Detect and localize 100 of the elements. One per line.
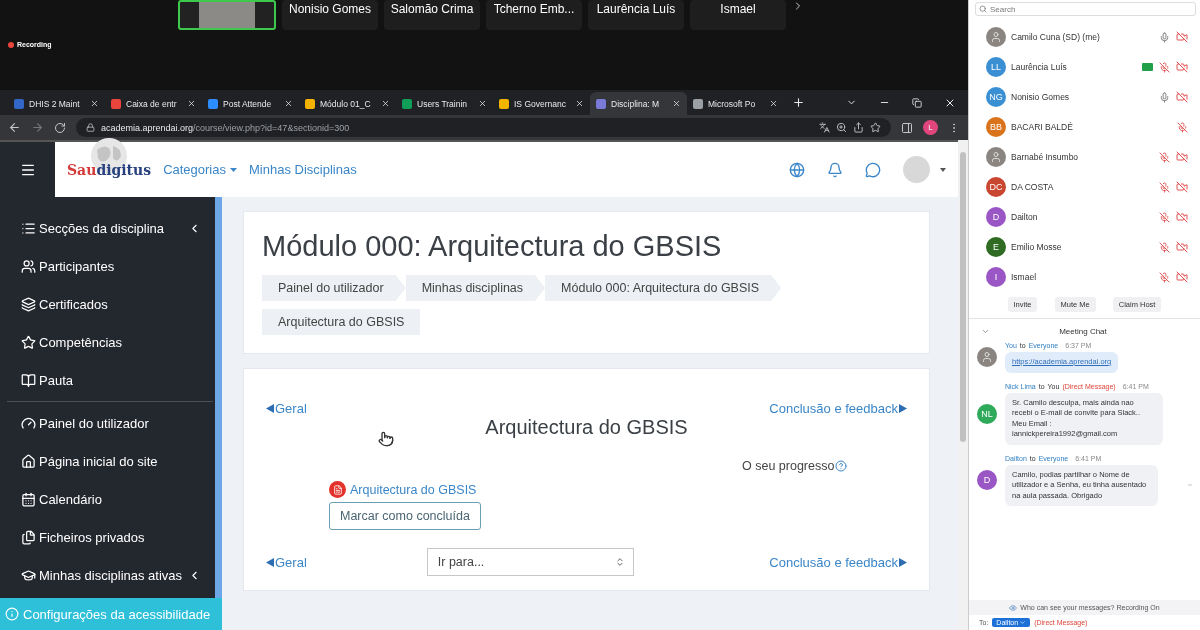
scrollbar[interactable] — [958, 140, 968, 630]
muted-microphone-icon[interactable] — [1159, 241, 1170, 253]
zoom-icon[interactable] — [836, 122, 847, 133]
nav-link[interactable]: Categorias — [163, 142, 226, 197]
participant-row[interactable]: D Dailton — [969, 202, 1200, 232]
breadcrumb-item[interactable]: Arquitectura do GBSIS — [262, 309, 421, 335]
mark-complete-button[interactable]: Marcar como concluída — [329, 502, 481, 530]
message-icon[interactable] — [865, 161, 881, 178]
sidebar-item[interactable]: Calendário — [0, 480, 215, 518]
sidebar-item[interactable]: Pauta — [0, 361, 215, 399]
close-icon[interactable] — [187, 99, 196, 108]
activity-link[interactable]: Arquitectura do GBSIS — [329, 481, 477, 498]
camera-off-icon[interactable] — [1176, 91, 1188, 103]
camera-off-icon[interactable] — [1176, 241, 1188, 253]
caret-icon[interactable] — [940, 167, 946, 172]
browser-tab[interactable]: IS Governanc — [493, 92, 590, 115]
collapse-icon[interactable] — [981, 327, 990, 336]
previous-section-link[interactable]: Geral — [266, 554, 307, 570]
participant-name: Nonisio Gomes — [1011, 92, 1071, 102]
close-icon[interactable] — [90, 99, 99, 108]
forward-icon[interactable] — [31, 121, 44, 134]
browser-tab[interactable]: Users Trainin — [396, 92, 493, 115]
sidebar-item[interactable]: Página inicial do site — [0, 442, 215, 480]
close-icon[interactable] — [284, 99, 293, 108]
browser-tab[interactable]: Post Attende — [202, 92, 299, 115]
video-tile[interactable] — [178, 0, 276, 30]
muted-microphone-icon[interactable] — [1159, 181, 1170, 193]
participant-tile[interactable]: Ismael — [690, 0, 786, 30]
muted-microphone-icon[interactable] — [1159, 61, 1170, 73]
participant-row[interactable]: LL Laurência Luís — [969, 52, 1200, 82]
microphone-icon[interactable] — [1159, 91, 1170, 103]
participant-tile[interactable]: Nonisio Gomes — [282, 0, 378, 30]
restore-icon[interactable] — [912, 97, 922, 108]
home-icon — [21, 453, 36, 469]
language-icon[interactable] — [789, 161, 805, 178]
jump-to-select[interactable]: Ir para... — [426, 548, 634, 576]
camera-off-icon[interactable] — [1176, 151, 1188, 163]
participant-name: Dailton — [1011, 212, 1039, 222]
nav-link[interactable]: Minhas Disciplinas — [249, 142, 357, 197]
browser-tab[interactable]: Disciplina: M — [590, 92, 687, 115]
sidebar-item[interactable]: Participantes — [0, 247, 215, 285]
help-icon[interactable] — [835, 460, 848, 472]
camera-off-icon[interactable] — [1176, 181, 1188, 193]
previous-icon — [266, 404, 274, 413]
browser-tab[interactable]: Módulo 01_C — [299, 92, 396, 115]
back-icon[interactable] — [8, 121, 21, 134]
participant-row[interactable]: DC DA COSTA — [969, 172, 1200, 202]
muted-microphone-icon[interactable] — [1177, 121, 1188, 133]
muted-microphone-icon[interactable] — [1159, 271, 1170, 283]
close-icon[interactable] — [769, 99, 778, 108]
participant-tile[interactable]: Salomão Crima — [384, 0, 480, 30]
side-panel-icon[interactable] — [901, 121, 913, 134]
breadcrumb-item[interactable]: Painel do utilizador — [262, 275, 406, 301]
sidebar-item[interactable]: Competências — [0, 323, 215, 361]
breadcrumb-item[interactable]: Minhas disciplinas — [405, 275, 546, 301]
participant-row[interactable]: E Emilio Mosse — [969, 232, 1200, 262]
close-icon[interactable] — [672, 99, 681, 108]
notification-icon[interactable] — [827, 161, 843, 178]
progress-label: O seu progresso — [742, 459, 872, 473]
camera-off-icon[interactable] — [1176, 61, 1188, 73]
new-tab-icon[interactable] — [792, 96, 805, 109]
caret-icon[interactable] — [230, 167, 237, 172]
bookmark-star-icon[interactable] — [870, 122, 881, 133]
muted-microphone-icon[interactable] — [1159, 151, 1170, 163]
microphone-icon[interactable] — [1159, 31, 1170, 43]
sidebar-item[interactable]: Minhas disciplinas ativas — [0, 556, 215, 594]
previous-section-link[interactable]: Geral — [266, 401, 307, 416]
share-icon[interactable] — [853, 122, 864, 133]
participant-row[interactable]: I Ismael — [969, 262, 1200, 292]
participant-tile[interactable]: Tcherno Emb... — [486, 0, 582, 30]
browser-tab[interactable]: DHIS 2 Maint — [8, 92, 105, 115]
next-icon — [899, 557, 907, 567]
translate-icon[interactable] — [819, 122, 830, 133]
camera-off-icon[interactable] — [1176, 31, 1188, 43]
sidebar-item[interactable]: Certificados — [0, 285, 215, 323]
participant-tile[interactable]: Laurência Luís — [588, 0, 684, 30]
next-section-link[interactable]: Conclusão e feedback — [769, 401, 907, 416]
close-icon[interactable] — [575, 99, 584, 108]
participant-row[interactable]: Camilo Cuna (SD) (me) — [969, 22, 1200, 52]
sidebar-item[interactable]: Painel do utilizador — [0, 404, 215, 442]
camera-off-icon[interactable] — [1176, 271, 1188, 283]
next-section-link[interactable]: Conclusão e feedback — [769, 554, 907, 570]
participant-row[interactable]: Barnabé Insumbo — [969, 142, 1200, 172]
sidebar-item[interactable]: Ficheiros privados — [0, 518, 215, 556]
camera-off-icon[interactable] — [1176, 211, 1188, 223]
participant-row[interactable]: NG Nonisio Gomes — [969, 82, 1200, 112]
close-icon[interactable] — [381, 99, 390, 108]
layers-icon — [21, 296, 36, 312]
profile-avatar[interactable]: L — [923, 120, 938, 135]
browser-tab[interactable]: Caixa de entr — [105, 92, 202, 115]
close-icon[interactable] — [478, 99, 487, 108]
reload-icon[interactable] — [54, 121, 66, 134]
breadcrumb-item[interactable]: Módulo 000: Arquitectura do GBSIS — [545, 275, 782, 301]
logo-text[interactable]: Saudigitus — [67, 161, 152, 178]
participant-row[interactable]: BB BACARI BALDÉ — [969, 112, 1200, 142]
search-field[interactable]: Search — [975, 2, 1196, 16]
browser-tab[interactable]: Microsoft Po — [687, 92, 784, 115]
address-bar[interactable]: academia.aprendai.org/course/view.php?id=47&sectionid=300 — [76, 118, 891, 137]
sidebar-item[interactable]: Secções da disciplina — [0, 209, 215, 247]
muted-microphone-icon[interactable] — [1159, 211, 1170, 223]
